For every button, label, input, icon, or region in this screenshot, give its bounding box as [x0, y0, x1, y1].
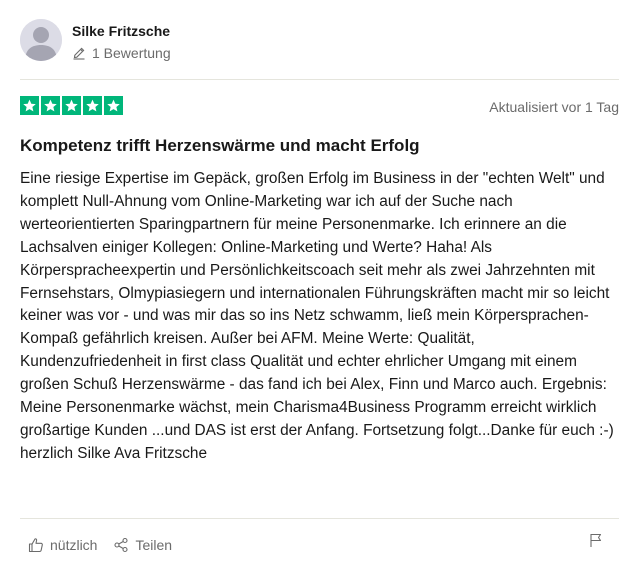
helpful-label: nützlich	[50, 537, 98, 553]
report-flag-button[interactable]	[588, 532, 604, 548]
star-icon	[41, 96, 60, 115]
reviewer-review-count: 1 Bewertung	[72, 44, 171, 62]
share-button[interactable]: Teilen	[113, 536, 172, 554]
share-label: Teilen	[135, 537, 173, 553]
flag-icon	[590, 533, 602, 547]
star-icon	[83, 96, 102, 115]
review-card: Silke Fritzsche 1 Bewertung Aktualisiert…	[0, 0, 637, 574]
review-body: Eine riesige Expertise im Gepäck, großen…	[20, 170, 614, 462]
helpful-button[interactable]: nützlich	[28, 536, 97, 554]
reviewer-name[interactable]: Silke Fritzsche	[72, 22, 170, 40]
header-divider	[20, 79, 619, 80]
share-icon	[114, 537, 129, 553]
thumbs-up-icon	[28, 538, 43, 553]
person-silhouette-icon	[20, 19, 62, 61]
reviewer-avatar[interactable]	[20, 19, 62, 61]
footer-divider	[20, 518, 619, 519]
review-title[interactable]: Kompetenz trifft Herzenswärme und macht …	[20, 135, 620, 157]
star-rating	[20, 96, 123, 115]
review-actions: nützlich Teilen	[28, 536, 172, 554]
star-icon	[62, 96, 81, 115]
pen-icon	[72, 46, 86, 60]
review-count-text: 1 Bewertung	[92, 45, 171, 61]
star-icon	[20, 96, 39, 115]
star-icon	[104, 96, 123, 115]
review-date: Aktualisiert vor 1 Tag	[489, 99, 619, 115]
